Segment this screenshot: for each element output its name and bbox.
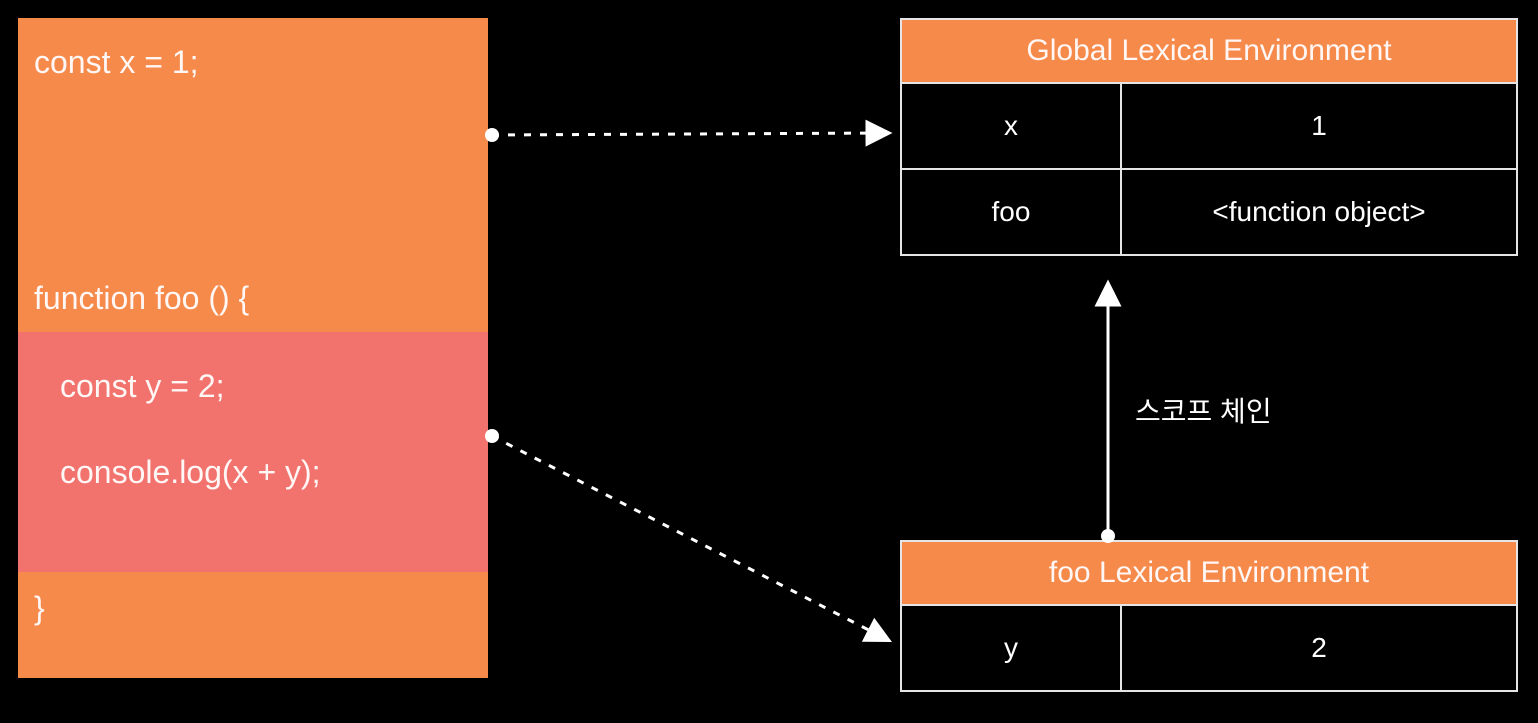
foo-lexical-environment-table: foo Lexical Environment y 2 bbox=[900, 540, 1518, 692]
code-line-close-brace: } bbox=[34, 588, 45, 628]
code-line-fn-decl: function foo () { bbox=[34, 278, 249, 318]
global-row2-val: <function object> bbox=[1122, 170, 1516, 254]
global-row2-key: foo bbox=[902, 170, 1122, 254]
table-row: foo <function object> bbox=[902, 170, 1516, 254]
foo-row1-val: 2 bbox=[1122, 606, 1516, 690]
code-line-console-log: console.log(x + y); bbox=[18, 452, 488, 492]
code-line-const-x: const x = 1; bbox=[18, 42, 488, 82]
foo-env-title: foo Lexical Environment bbox=[902, 542, 1516, 606]
table-row: y 2 bbox=[902, 606, 1516, 690]
foo-row1-key: y bbox=[902, 606, 1122, 690]
code-block-outer: const x = 1; function foo () { const y =… bbox=[18, 18, 488, 678]
global-row1-val: 1 bbox=[1122, 84, 1516, 168]
global-env-title: Global Lexical Environment bbox=[902, 20, 1516, 84]
scope-chain-label: 스코프 체인 bbox=[1135, 390, 1272, 430]
code-block-inner: const y = 2; console.log(x + y); bbox=[18, 332, 488, 572]
code-line-const-y: const y = 2; bbox=[18, 366, 488, 406]
global-lexical-environment-table: Global Lexical Environment x 1 foo <func… bbox=[900, 18, 1518, 256]
global-row1-key: x bbox=[902, 84, 1122, 168]
table-row: x 1 bbox=[902, 84, 1516, 170]
